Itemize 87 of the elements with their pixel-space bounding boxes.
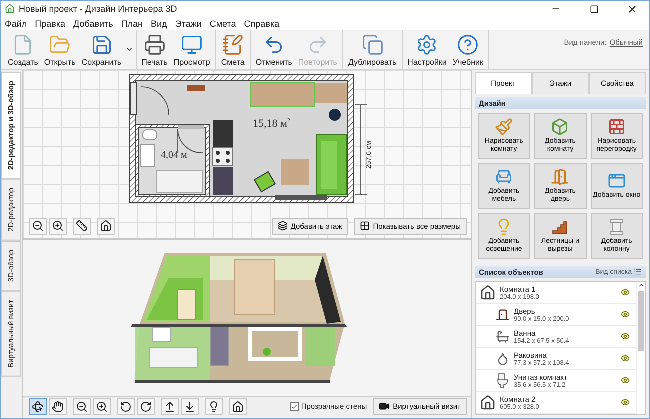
- arrow-down-button[interactable]: [181, 398, 199, 415]
- hand-icon: [52, 400, 64, 412]
- home-icon: [232, 400, 244, 412]
- rotate-button[interactable]: [29, 398, 47, 415]
- zoom-in-icon: [96, 400, 108, 412]
- menu-item[interactable]: Добавить: [74, 18, 114, 28]
- box-icon: [551, 118, 570, 136]
- sink-icon: [496, 352, 510, 366]
- room-area-label: 4,04 м: [161, 150, 188, 161]
- zoom-out-icon: [32, 220, 44, 232]
- home-button[interactable]: [229, 398, 247, 415]
- printer-icon: [144, 34, 166, 56]
- check-icon: [291, 402, 298, 410]
- monitor-icon: [181, 34, 204, 56]
- zoom-in-button[interactable]: [49, 218, 67, 234]
- scrollbar-thumb[interactable]: [638, 291, 644, 351]
- arrow-up-button[interactable]: [161, 398, 179, 415]
- toolbar-button[interactable]: Отменить: [252, 30, 296, 69]
- maximize-icon[interactable]: [590, 4, 598, 14]
- hand-button[interactable]: [49, 398, 67, 415]
- layers-icon: [278, 221, 288, 231]
- menu-item[interactable]: Этажи: [175, 18, 202, 28]
- menu-item[interactable]: Справка: [244, 18, 280, 28]
- help-icon: [457, 34, 480, 56]
- arrow-up-icon: [164, 400, 176, 412]
- eye-icon[interactable]: [621, 398, 630, 407]
- caret-icon[interactable]: [124, 45, 134, 54]
- brick-wall-icon: [608, 118, 626, 136]
- toolbar-button[interactable]: Открыть: [41, 30, 79, 69]
- eye-icon[interactable]: [621, 310, 630, 319]
- eye-icon[interactable]: [621, 354, 630, 363]
- toolbar-button[interactable]: Просмотр: [170, 30, 214, 69]
- grid-icon: [360, 221, 370, 231]
- armchair-icon: [495, 168, 514, 186]
- app-icon: [5, 4, 15, 14]
- menu-item[interactable]: Правка: [35, 18, 66, 28]
- toolbar-button[interactable]: Настройки: [404, 30, 450, 69]
- eye-icon[interactable]: [621, 288, 630, 297]
- rotate-right-button[interactable]: [137, 398, 155, 415]
- zoom-out-button[interactable]: [29, 218, 47, 234]
- toolbar-button[interactable]: Сохранить: [78, 30, 125, 69]
- settings-icon: [416, 34, 438, 56]
- toolbar-button[interactable]: Учебник: [450, 30, 486, 69]
- paintbrush-icon: [495, 118, 514, 136]
- toolbar-button[interactable]: Создать: [5, 30, 42, 69]
- home-icon: [100, 220, 112, 232]
- arrow-down-icon: [184, 400, 196, 412]
- close-icon[interactable]: [626, 4, 638, 14]
- zoom-out-icon: [76, 400, 88, 412]
- window-title: Новый проект - Дизайн Интерьера 3D: [19, 4, 178, 14]
- list-icon: [634, 268, 642, 276]
- eye-icon[interactable]: [621, 376, 630, 385]
- menu-item[interactable]: План: [121, 18, 144, 28]
- save-icon: [90, 34, 113, 56]
- menu-item[interactable]: Вид: [151, 18, 168, 28]
- toolbar-button[interactable]: Дублировать: [345, 30, 400, 69]
- zoom-out-button[interactable]: [73, 398, 91, 415]
- ruler-button[interactable]: [73, 218, 91, 234]
- menu-item[interactable]: Смета: [210, 18, 236, 28]
- scroll-up-icon[interactable]: [638, 282, 644, 289]
- ruler-icon: [76, 220, 88, 232]
- copy-icon: [362, 34, 384, 56]
- rotate-left-button[interactable]: [117, 398, 135, 415]
- zoom-in-icon: [52, 220, 64, 232]
- bath-icon: [496, 330, 510, 344]
- lightbulb-button[interactable]: [205, 398, 223, 415]
- toolbar-button[interactable]: Печать: [138, 30, 171, 69]
- rotate-icon: [32, 400, 44, 412]
- eye-icon[interactable]: [621, 332, 630, 341]
- zoom-in-button[interactable]: [93, 398, 111, 415]
- video-camera-icon: [379, 401, 390, 412]
- room-area-label: 15,18 м$^{2}$: [253, 118, 290, 130]
- window-icon: [608, 172, 626, 190]
- rotate-right-icon: [140, 400, 152, 412]
- toilet-icon: [496, 372, 510, 388]
- column-icon: [608, 218, 626, 236]
- toolbar-button[interactable]: Смета: [218, 30, 248, 69]
- menu-item[interactable]: Файл: [5, 18, 28, 28]
- door-icon: [551, 168, 570, 186]
- notebook-icon: [222, 34, 244, 56]
- room-icon: [480, 394, 496, 410]
- room-icon: [480, 284, 496, 300]
- lightbulb-icon: [208, 400, 220, 412]
- folder-icon: [49, 34, 72, 56]
- door-icon: [496, 308, 510, 322]
- home-button[interactable]: [97, 218, 115, 234]
- rotate-left-icon: [120, 400, 132, 412]
